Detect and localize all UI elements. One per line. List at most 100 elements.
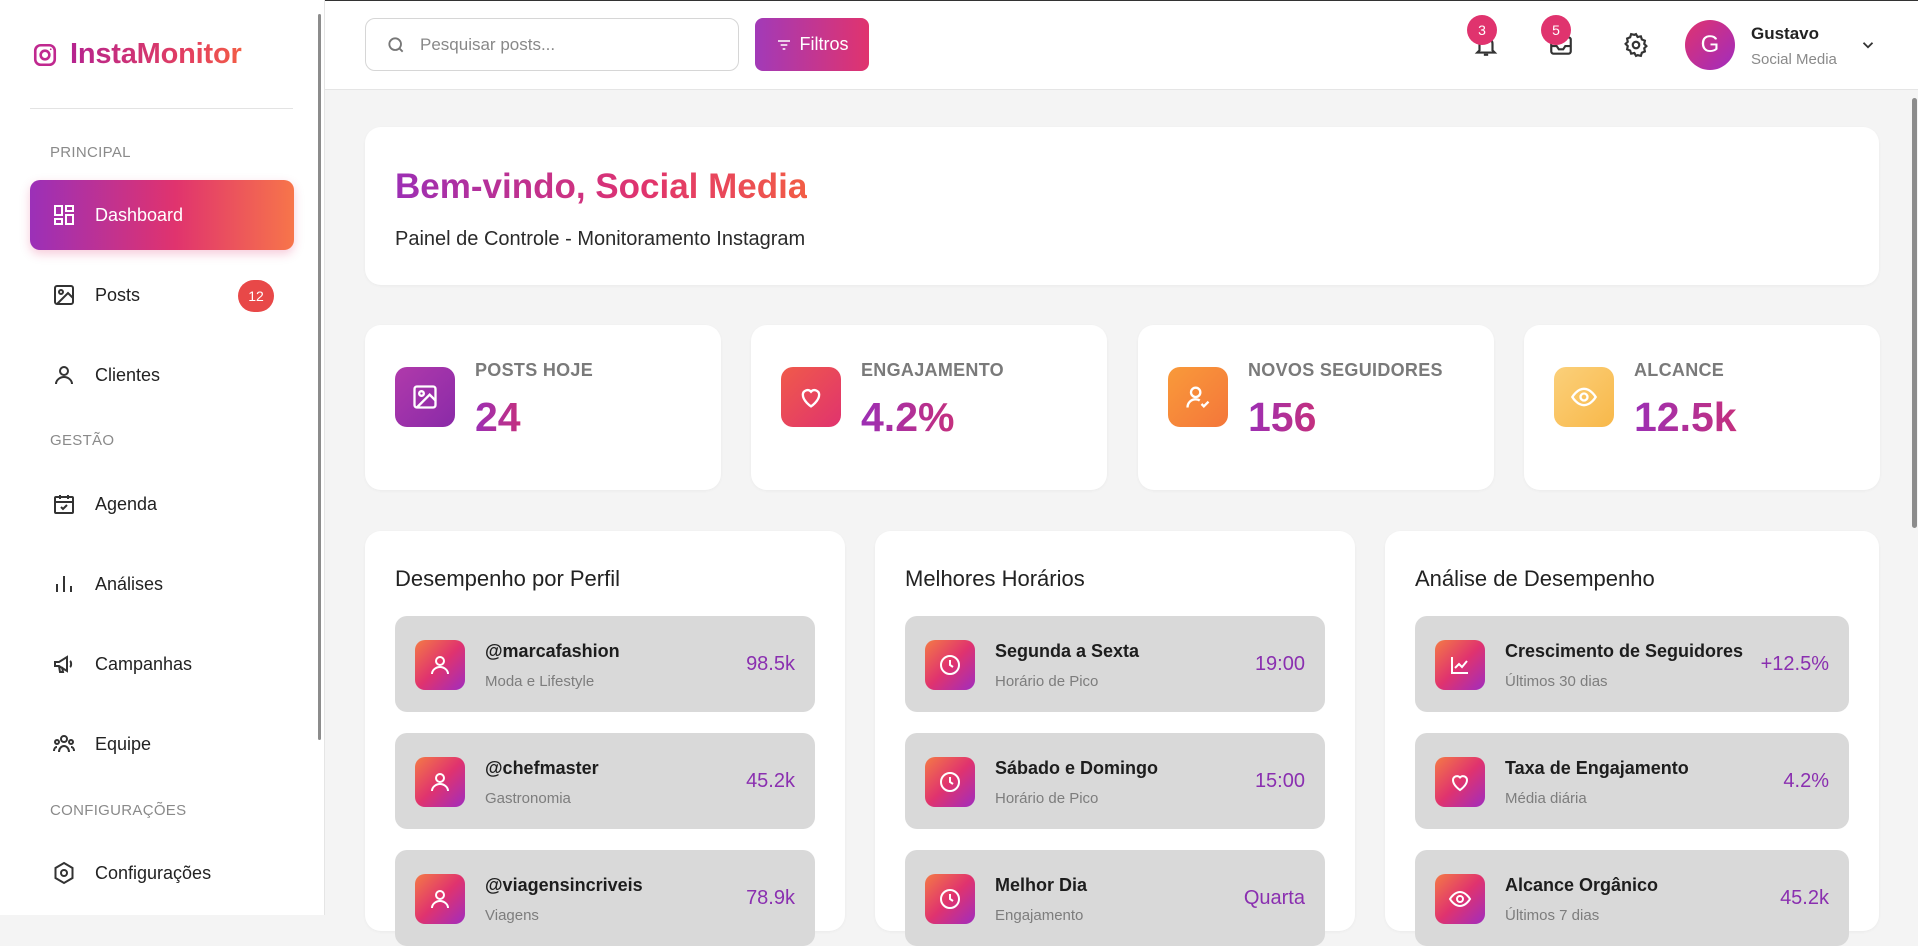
instagram-icon [32, 42, 58, 68]
row-title: Alcance Orgânico [1505, 875, 1659, 895]
sidebar-item-configuracoes[interactable]: Configurações [30, 838, 294, 908]
row-title: Crescimento de Seguidores [1505, 641, 1744, 661]
sidebar-item-posts[interactable]: Posts 12 [30, 260, 294, 330]
calendar-icon [52, 492, 76, 516]
heart-icon [1435, 757, 1485, 807]
search-input[interactable] [418, 33, 722, 56]
panel-title: Melhores Horários [905, 566, 1085, 591]
trend-icon [1435, 640, 1485, 690]
panel-title: Desempenho por Perfil [395, 566, 621, 591]
team-icon [52, 732, 76, 756]
row-title: Segunda a Sexta [995, 641, 1140, 661]
stat-label: ENGAJAMENTO [861, 360, 1004, 380]
row-title: Melhor Dia [995, 875, 1088, 895]
section-title-principal: PRINCIPAL [50, 144, 131, 161]
sidebar-item-label: Dashboard [95, 204, 184, 225]
stat-value: 24 [475, 394, 521, 440]
hours-row-best-day[interactable]: Melhor Dia Engajamento Quarta [905, 850, 1325, 946]
stat-label: ALCANCE [1634, 360, 1725, 380]
page-scrollbar[interactable] [1912, 98, 1917, 528]
app-logo[interactable]: InstaMonitor [32, 38, 242, 71]
row-value: +12.5% [1760, 653, 1829, 675]
settings-button[interactable] [1623, 32, 1649, 58]
sidebar-item-label: Clientes [95, 364, 161, 385]
user-role: Social Media [1751, 51, 1837, 68]
sidebar-item-analises[interactable]: Análises [30, 549, 294, 619]
section-title-configuracoes: CONFIGURAÇÕES [50, 802, 187, 819]
row-title: Taxa de Engajamento [1505, 758, 1689, 778]
row-value: 19:00 [1254, 653, 1305, 675]
row-title: Sábado e Domingo [995, 758, 1159, 778]
row-value: 98.5k [746, 653, 795, 675]
notifications-badge: 3 [1467, 15, 1497, 45]
topbar: Filtros 3 5 G Gustavo Social Media [325, 0, 1918, 90]
performance-row-crescimento[interactable]: Crescimento de Seguidores Últimos 30 dia… [1415, 616, 1849, 712]
sidebar-scrollbar[interactable] [318, 14, 321, 740]
sidebar-item-agenda[interactable]: Agenda [30, 469, 294, 539]
user-name[interactable]: Gustavo [1751, 24, 1819, 44]
row-value: 45.2k [1780, 887, 1829, 909]
sidebar-item-label: Análises [95, 573, 164, 594]
section-title-gestao: GESTÃO [50, 432, 115, 449]
performance-row-alcance[interactable]: Alcance Orgânico Últimos 7 dias 45.2k [1415, 850, 1849, 946]
image-icon [395, 367, 455, 427]
row-title: @marcafashion [485, 641, 620, 661]
clock-icon [925, 640, 975, 690]
messages-badge: 5 [1541, 15, 1571, 45]
row-subtitle: Horário de Pico [995, 790, 1099, 807]
user-check-icon [1168, 367, 1228, 427]
stat-value: 4.2% [861, 394, 955, 440]
panel-title: Análise de Desempenho [1415, 566, 1655, 591]
row-subtitle: Últimos 7 dias [1505, 907, 1600, 924]
row-subtitle: Moda e Lifestyle [485, 673, 595, 690]
sidebar-item-label: Campanhas [95, 653, 193, 674]
clock-icon [925, 874, 975, 924]
divider [30, 108, 293, 109]
panel-melhores-horarios: Melhores Horários Segunda a Sexta Horári… [875, 531, 1355, 946]
filter-button[interactable]: Filtros [755, 18, 869, 71]
posts-count-badge: 12 [238, 280, 274, 312]
sidebar-item-label: Posts [95, 284, 141, 305]
stat-card-alcance: ALCANCE 12.5k [1524, 325, 1880, 490]
performance-row-engajamento[interactable]: Taxa de Engajamento Média diária 4.2% [1415, 733, 1849, 829]
page-title: Bem-vindo, Social Media [395, 167, 808, 206]
user-icon [415, 757, 465, 807]
row-subtitle: Horário de Pico [995, 673, 1099, 690]
stat-value: 12.5k [1634, 394, 1737, 440]
sidebar-item-equipe[interactable]: Equipe [30, 709, 294, 779]
avatar[interactable]: G [1685, 20, 1735, 70]
eye-icon [1435, 874, 1485, 924]
row-title: @chefmaster [485, 758, 599, 778]
search-icon [386, 35, 406, 55]
stat-card-engajamento: ENGAJAMENTO 4.2% [751, 325, 1107, 490]
row-subtitle: Média diária [1505, 790, 1587, 807]
row-value: 78.9k [746, 887, 795, 909]
row-subtitle: Engajamento [995, 907, 1084, 924]
filter-button-label: Filtros [799, 34, 849, 54]
row-value: 15:00 [1254, 770, 1305, 792]
sidebar-item-campanhas[interactable]: Campanhas [30, 629, 294, 699]
hours-row-weekdays[interactable]: Segunda a Sexta Horário de Pico 19:00 [905, 616, 1325, 712]
dashboard-icon [52, 203, 76, 227]
row-value: Quarta [1243, 887, 1305, 909]
row-value: 45.2k [746, 770, 795, 792]
stat-label: POSTS HOJE [475, 360, 594, 380]
panel-desempenho-por-perfil: Desempenho por Perfil @marcafashion Moda… [365, 531, 845, 946]
eye-icon [1554, 367, 1614, 427]
search-field[interactable] [365, 18, 739, 71]
filter-icon [776, 37, 792, 53]
image-icon [52, 283, 76, 307]
stat-card-posts-hoje: POSTS HOJE 24 [365, 325, 721, 490]
welcome-card: Bem-vindo, Social Media Painel de Contro… [365, 127, 1879, 285]
sidebar-item-dashboard[interactable]: Dashboard [30, 180, 294, 250]
profile-row-viagensincriveis[interactable]: @viagensincriveis Viagens 78.9k [395, 850, 815, 946]
hours-row-weekend[interactable]: Sábado e Domingo Horário de Pico 15:00 [905, 733, 1325, 829]
chevron-down-icon[interactable] [1859, 36, 1877, 54]
profile-row-chefmaster[interactable]: @chefmaster Gastronomia 45.2k [395, 733, 815, 829]
profile-row-marcafashion[interactable]: @marcafashion Moda e Lifestyle 98.5k [395, 616, 815, 712]
heart-icon [781, 367, 841, 427]
sidebar-item-clientes[interactable]: Clientes [30, 340, 294, 410]
stat-value: 156 [1248, 394, 1317, 440]
settings-hex-icon [52, 861, 76, 885]
stat-card-novos-seguidores: NOVOS SEGUIDORES 156 [1138, 325, 1494, 490]
